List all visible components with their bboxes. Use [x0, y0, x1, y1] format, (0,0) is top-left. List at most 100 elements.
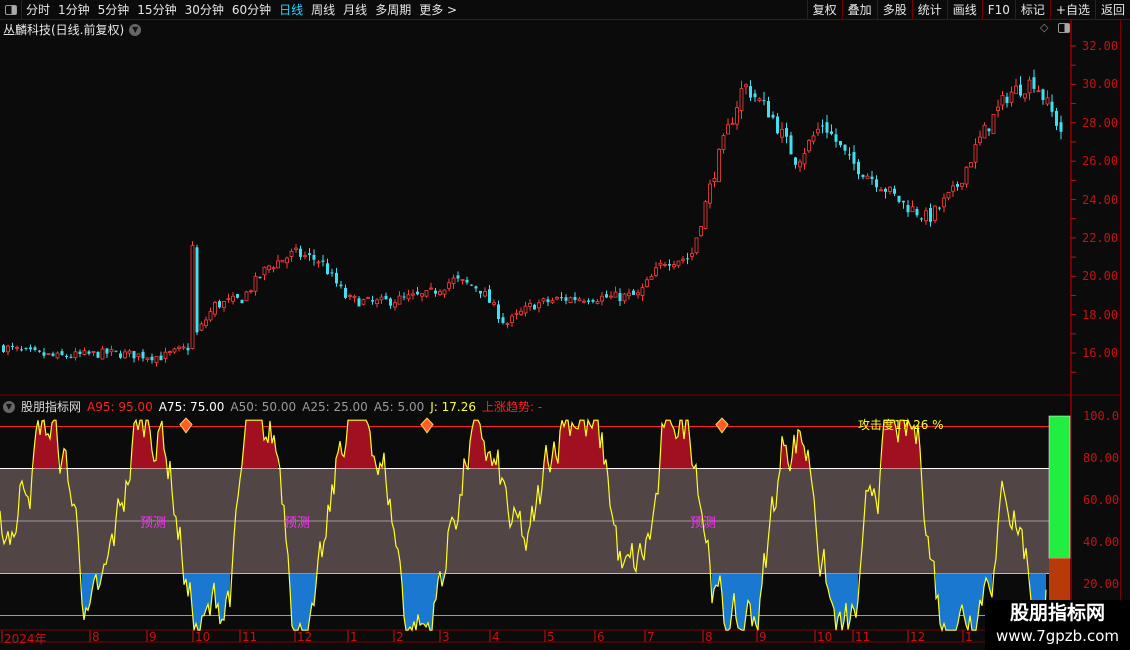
overbought-fill [574, 426, 576, 469]
layout-icon[interactable] [1058, 23, 1070, 33]
oversold-fill [946, 573, 948, 631]
overbought-fill [670, 420, 672, 469]
period-tab[interactable]: 30分钟 [181, 1, 228, 18]
toolbar-button[interactable]: 多股 [876, 0, 912, 20]
price-axis-label: 22.00 [1082, 230, 1119, 245]
forecast-label: 预测 [140, 516, 167, 531]
candle-body [780, 128, 784, 138]
toolbar-button[interactable]: F10 [981, 0, 1015, 20]
period-tab[interactable]: 1分钟 [54, 1, 94, 18]
period-tab[interactable]: 周线 [307, 1, 339, 18]
candle-body [186, 347, 190, 351]
candle-body [798, 161, 802, 168]
diamond-icon[interactable]: ◇ [1040, 21, 1048, 34]
toolbar-button[interactable]: 复权 [806, 0, 842, 20]
period-tab[interactable]: 更多 > [415, 1, 461, 18]
toolbar-button[interactable]: +自选 [1049, 0, 1095, 20]
period-tab[interactable]: 60分钟 [228, 1, 275, 18]
period-tab[interactable]: 分时 [22, 1, 54, 18]
toolbar-button[interactable]: 画线 [946, 0, 982, 20]
candle-body [424, 290, 429, 297]
overbought-fill [582, 420, 584, 469]
attack-label: 攻击度17.26 % [858, 418, 944, 432]
overbought-fill [672, 425, 674, 469]
overbought-fill [146, 420, 148, 469]
candle-body [541, 298, 546, 302]
date-axis-label: 9 [149, 630, 157, 644]
period-tab[interactable]: 15分钟 [133, 1, 180, 18]
oversold-fill [944, 573, 946, 631]
overbought-fill [362, 420, 364, 469]
toolbar-button[interactable]: 统计 [911, 0, 947, 20]
toolbar-button[interactable]: 标记 [1014, 0, 1050, 20]
watermark: 股朋指标网 www.7gpzb.com [985, 600, 1130, 650]
date-axis-label: 6 [597, 630, 605, 644]
candle-body [479, 290, 482, 294]
period-tab[interactable]: 多周期 [371, 1, 415, 18]
candle-body [834, 134, 838, 142]
indicator-name[interactable]: 股朋指标网 [21, 398, 81, 415]
overbought-fill [352, 420, 354, 469]
candle-body [389, 298, 392, 306]
candle-body [753, 93, 757, 98]
toolbar-button[interactable]: 叠加 [841, 0, 877, 20]
candle-body [339, 284, 343, 287]
candle-body [816, 128, 820, 134]
candle-body [222, 300, 226, 309]
candle-body [483, 291, 487, 297]
candle-body [1041, 89, 1045, 100]
overbought-fill [256, 420, 258, 469]
overbought-fill [572, 422, 574, 469]
signal-marker-icon [179, 417, 193, 434]
candle-body [929, 208, 932, 222]
layout-toggle-button[interactable] [0, 0, 22, 20]
chevron-down-icon[interactable]: ▼ [129, 23, 142, 36]
layout-icon [4, 4, 17, 15]
candle-body [960, 182, 964, 187]
period-tab[interactable]: 5分钟 [94, 1, 134, 18]
side-panel-strip[interactable] [1120, 20, 1130, 630]
date-axis-label: 12 [297, 630, 313, 644]
oversold-fill [222, 573, 224, 621]
candle-body [721, 135, 726, 150]
candle-body [902, 200, 905, 203]
candle-body [308, 253, 311, 255]
candle-body [303, 255, 307, 257]
candle-body [528, 302, 532, 307]
period-tab[interactable]: 日线 [275, 1, 307, 18]
candle-body [681, 258, 685, 261]
candle-body [294, 247, 298, 250]
period-tab[interactable]: 月线 [339, 1, 371, 18]
indicator-axis-label: 20.00 [1083, 577, 1120, 591]
candle-body [127, 350, 132, 354]
oversold-fill [430, 573, 432, 631]
candle-body [555, 297, 559, 300]
oversold-fill [742, 573, 744, 631]
candle-body [344, 287, 347, 299]
toolbar-button[interactable]: 返回 [1094, 0, 1130, 20]
candle-body [348, 295, 352, 297]
candle-body [87, 351, 91, 354]
date-axis-label: 10 [195, 630, 211, 644]
candle-body [195, 247, 199, 333]
price-axis-label: 28.00 [1082, 115, 1119, 130]
date-axis-label: 9 [759, 630, 767, 644]
candle-body [316, 261, 321, 264]
candle-body [1059, 122, 1063, 132]
candle-body [1019, 84, 1022, 96]
candle-body [978, 136, 982, 144]
candle-body [379, 296, 384, 301]
chart-title: 丛麟科技(日线.前复权) ▼ [3, 21, 142, 38]
candle-body [492, 302, 496, 305]
chevron-down-icon[interactable]: ▼ [3, 400, 15, 413]
candle-body [821, 125, 824, 127]
candle-body [1045, 97, 1050, 105]
candle-body [497, 304, 500, 320]
candle-body [1023, 93, 1027, 99]
overbought-fill [580, 420, 582, 469]
candle-body [163, 351, 168, 359]
chart-canvas[interactable] [0, 0, 1130, 650]
candle-body [875, 179, 878, 188]
candle-body [330, 272, 334, 274]
watermark-name: 股朋指标网 [1009, 602, 1105, 624]
